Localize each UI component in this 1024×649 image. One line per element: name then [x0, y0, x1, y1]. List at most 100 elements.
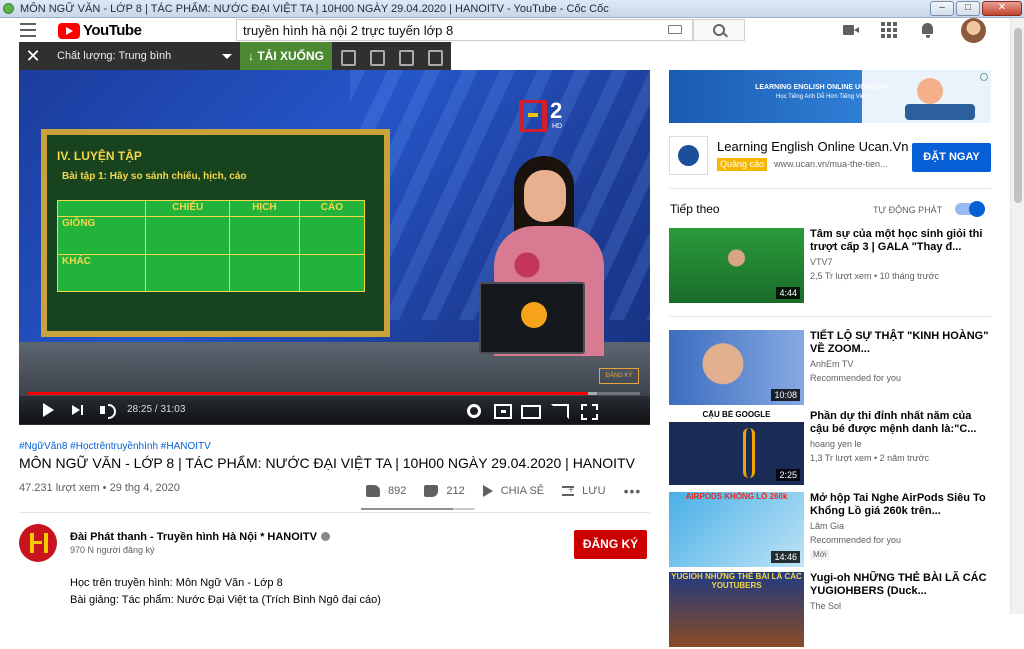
lightbulb-icon[interactable] — [390, 42, 419, 70]
downloader-close-button[interactable]: ✕ — [19, 42, 47, 70]
channel-avatar[interactable] — [19, 524, 57, 562]
recommended-title[interactable]: Tâm sự của một học sinh giỏi thi trượt c… — [810, 228, 990, 254]
channel-name-text: Đài Phát thanh - Truyền hình Hà Nội * HA… — [70, 531, 317, 543]
page-scrollbar[interactable] — [1010, 18, 1024, 614]
settings-gear-icon[interactable] — [465, 402, 481, 418]
youtube-logo[interactable]: YouTube — [58, 22, 142, 39]
fullscreen-icon[interactable] — [580, 402, 598, 420]
recommended-title[interactable]: Mở hộp Tai Nghe AirPods Siêu To Khổng Lồ… — [810, 492, 990, 518]
thumbnail-caption: YUGIOH NHỮNG THẺ BÀI LÃ CÁC YOUTUBERS — [671, 572, 802, 590]
minimize-button[interactable]: – — [930, 1, 954, 16]
verified-icon — [320, 532, 330, 541]
video-hashtags[interactable]: #NgữVăn8 #Họctrêntruyềnhình #HANOITV — [19, 441, 211, 452]
recommended-title[interactable]: Phần dự thi đỉnh nhất năm của cậu bé đượ… — [810, 410, 990, 436]
video-thumbnail[interactable]: 10:08 — [669, 330, 804, 405]
board-row-giong: GIỐNG — [56, 216, 147, 255]
chevron-down-icon — [222, 54, 232, 59]
close-window-button[interactable]: ✕ — [982, 1, 1022, 16]
seek-bar[interactable] — [28, 392, 640, 395]
seek-bar-played — [28, 392, 588, 395]
youtube-logo-text: YouTube — [83, 22, 142, 39]
thumbnail-caption: AIRPODS KHỔNG LỒ 260k — [685, 492, 788, 501]
notifications-bell-icon[interactable] — [920, 22, 936, 38]
cast-icon[interactable] — [550, 402, 569, 419]
view-count: 47.231 lượt xem • 29 thg 4, 2020 — [19, 482, 180, 494]
video-duration: 10:08 — [771, 389, 800, 401]
account-avatar[interactable] — [961, 18, 986, 43]
recommended-video[interactable]: CẬU BÉ GOOGLE 2:25 Phần dự thi đỉnh nhất… — [669, 410, 999, 487]
next-video-icon[interactable] — [71, 402, 87, 418]
recommended-channel: AnhEm TV — [810, 359, 854, 369]
like-ratio-bar — [361, 508, 475, 510]
scrollbar-thumb[interactable] — [1014, 28, 1022, 203]
recommended-meta: 1,3 Tr lượt xem • 2 năm trước — [810, 453, 930, 463]
search-button[interactable] — [693, 19, 745, 41]
window-controls: – □ ✕ — [930, 1, 1022, 16]
video-duration: 2:25 — [776, 469, 800, 481]
play-icon[interactable] — [41, 402, 57, 418]
ad-url: www.ucan.vn/mua-the-tien... — [774, 159, 888, 169]
ad-title[interactable]: Learning English Online Ucan.Vn — [717, 139, 909, 154]
search-input[interactable]: truyền hình hà nội 2 trực tuyến lớp 8 — [236, 19, 693, 41]
description-line: Học trên truyền hình: Môn Ngữ Văn - Lớp … — [70, 577, 283, 589]
thumbs-up-icon — [366, 485, 380, 497]
recommended-title[interactable]: TIẾT LỘ SỰ THẬT "KINH HOÀNG" VỀ ZOOM... — [810, 330, 990, 356]
theater-mode-icon[interactable] — [521, 402, 541, 419]
video-description: Học trên truyền hình: Môn Ngữ Văn - Lớp … — [70, 575, 381, 609]
divider — [669, 316, 991, 317]
recommended-video[interactable]: YUGIOH NHỮNG THẺ BÀI LÃ CÁC YOUTUBERS Yu… — [669, 572, 999, 649]
board-task: Bài tập 1: Hãy so sánh chiếu, hịch, cáo — [62, 171, 247, 182]
video-thumbnail[interactable]: CẬU BÉ GOOGLE 2:25 — [669, 410, 804, 485]
laptop — [479, 282, 585, 354]
download-button[interactable]: ↓ TẢI XUỐNG — [240, 42, 332, 70]
ad-banner[interactable]: LEARNING ENGLISH ONLINE UCAN.VN Học Tiến… — [669, 70, 991, 123]
share-label: CHIA SẺ — [500, 485, 545, 497]
ad-cta-button[interactable]: ĐẶT NGAY — [912, 143, 991, 172]
open-external-icon[interactable] — [332, 42, 361, 70]
subscriber-count: 970 N người đăng ký — [70, 545, 155, 555]
player-controls: 28:25 / 31:03 — [19, 396, 650, 424]
apps-icon[interactable] — [881, 22, 897, 38]
recommended-title[interactable]: Yugi-oh NHỮNG THẺ BÀI LÃ CÁC YUGIOHBERS … — [810, 572, 990, 598]
miniplayer-icon[interactable] — [493, 402, 512, 419]
h2-channel-logo: 2 HD — [519, 98, 571, 134]
subscribe-watermark[interactable]: ĐĂNG KÝ — [599, 368, 639, 384]
more-actions-icon[interactable]: ••• — [624, 483, 642, 499]
thumbs-down-icon — [424, 485, 439, 497]
share-icon — [482, 485, 493, 497]
ucan-logo[interactable] — [669, 136, 708, 175]
autoplay-label: TỰ ĐỘNG PHÁT — [873, 205, 943, 215]
save-button[interactable]: LƯU — [562, 485, 606, 497]
ad-banner-text: LEARNING ENGLISH ONLINE UCAN.VN Học Tiến… — [731, 83, 911, 102]
volume-icon[interactable] — [100, 402, 116, 419]
create-video-icon[interactable] — [843, 22, 859, 38]
share-button[interactable]: CHIA SẺ — [482, 485, 545, 497]
channel-name[interactable]: Đài Phát thanh - Truyền hình Hà Nội * HA… — [70, 531, 330, 543]
recommended-channel: hoang yen le — [810, 439, 862, 449]
video-thumbnail[interactable]: YUGIOH NHỮNG THẺ BÀI LÃ CÁC YOUTUBERS — [669, 572, 804, 647]
maximize-button[interactable]: □ — [956, 1, 980, 16]
recommended-video[interactable]: 10:08 TIẾT LỘ SỰ THẬT "KINH HOÀNG" VỀ ZO… — [669, 330, 999, 407]
recommended-channel: The Sol — [810, 601, 842, 611]
ad-info-icon[interactable] — [980, 73, 988, 81]
keyboard-icon[interactable] — [668, 25, 682, 34]
video-thumbnail[interactable]: 4:44 — [669, 228, 804, 303]
video-player[interactable]: IV. LUYỆN TẬP Bài tập 1: Hãy so sánh chi… — [19, 70, 650, 425]
like-button[interactable]: 892 — [366, 485, 406, 497]
new-badge: Mới — [810, 549, 830, 560]
autoplay-toggle[interactable] — [955, 201, 985, 217]
video-thumbnail[interactable]: AIRPODS KHỔNG LỒ 260k 14:46 — [669, 492, 804, 567]
skip-icon[interactable] — [419, 42, 448, 70]
video-actions: 892 212 CHIA SẺ LƯU ••• — [366, 483, 641, 499]
dislike-button[interactable]: 212 — [424, 485, 465, 497]
recommended-video[interactable]: AIRPODS KHỔNG LỒ 260k 14:46 Mở hộp Tai N… — [669, 492, 999, 569]
menu-icon[interactable] — [20, 23, 36, 37]
description-line: Bài giảng: Tác phẩm: Nước Đại Việt ta (T… — [70, 594, 381, 606]
time-display: 28:25 / 31:03 — [127, 404, 186, 415]
quality-select[interactable]: Chất lượng: Trung bình — [47, 42, 240, 70]
subscribe-button[interactable]: ĐĂNG KÝ — [574, 530, 647, 559]
recommended-video[interactable]: 4:44 Tâm sự của một học sinh giỏi thi tr… — [669, 228, 999, 305]
dislike-count: 212 — [446, 485, 465, 497]
board-table-corner — [56, 200, 147, 217]
popup-window-icon[interactable] — [361, 42, 390, 70]
